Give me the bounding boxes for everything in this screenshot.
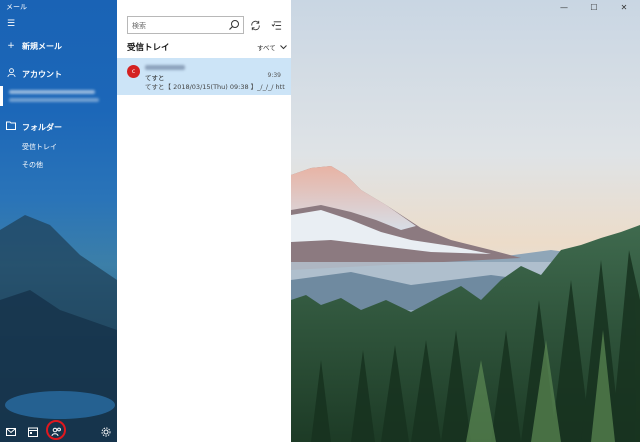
selection-mode-button[interactable] bbox=[268, 17, 284, 33]
accounts-label: アカウント bbox=[22, 69, 62, 79]
mail-icon[interactable] bbox=[4, 425, 18, 439]
hamburger-menu-icon: ☰ bbox=[6, 19, 16, 29]
sync-button[interactable] bbox=[247, 17, 263, 33]
search-icon[interactable] bbox=[228, 19, 240, 31]
sender-avatar: c bbox=[127, 65, 140, 78]
account-email-redacted bbox=[9, 98, 99, 102]
folder-icon bbox=[0, 121, 22, 133]
maximize-button[interactable]: ☐ bbox=[579, 0, 609, 14]
message-time: 9:39 bbox=[267, 72, 281, 79]
navigation-pane: ☰ + 新規メール アカウント フォルダー 受信トレイ その他 bbox=[0, 0, 117, 442]
app-title: メール bbox=[6, 3, 27, 11]
close-button[interactable]: ✕ bbox=[609, 0, 639, 14]
folder-item-inbox[interactable]: 受信トレイ bbox=[0, 140, 117, 154]
plus-icon: + bbox=[7, 41, 15, 51]
filter-dropdown[interactable]: すべて bbox=[257, 42, 287, 52]
filter-label: すべて bbox=[257, 44, 276, 52]
person-icon bbox=[0, 68, 22, 80]
accounts-heading[interactable]: アカウント bbox=[0, 66, 117, 82]
new-mail-label: 新規メール bbox=[22, 41, 62, 51]
message-preview: てすと【 2018/03/15(Thu) 09:38 】_/_/_/ htt bbox=[145, 83, 285, 91]
message-list-item[interactable]: c てすと 9:39 てすと【 2018/03/15(Thu) 09:38 】_… bbox=[117, 58, 291, 95]
settings-icon[interactable] bbox=[99, 425, 113, 439]
folders-heading[interactable]: フォルダー bbox=[0, 119, 117, 135]
search-input[interactable] bbox=[132, 20, 227, 31]
mountain-landscape bbox=[291, 0, 640, 442]
message-list-pane: 受信トレイ すべて c てすと 9:39 てすと【 2018/03/15(Thu… bbox=[117, 0, 291, 442]
sender-name-redacted bbox=[145, 65, 185, 70]
new-mail-button[interactable]: + 新規メール bbox=[0, 38, 117, 54]
account-name-redacted bbox=[9, 90, 95, 94]
sync-icon bbox=[250, 20, 260, 30]
folder-item-label: 受信トレイ bbox=[22, 143, 57, 151]
folder-item-other[interactable]: その他 bbox=[0, 158, 117, 172]
window-title-bar: メール — ☐ ✕ bbox=[0, 0, 640, 14]
hamburger-menu-button[interactable]: ☰ bbox=[0, 16, 117, 32]
folder-item-label: その他 bbox=[22, 161, 43, 169]
chevron-down-icon bbox=[279, 44, 287, 49]
select-list-icon bbox=[271, 20, 281, 30]
folder-title: 受信トレイ bbox=[127, 43, 170, 53]
calendar-icon[interactable] bbox=[26, 425, 40, 439]
desktop-background-image bbox=[291, 0, 640, 442]
search-box bbox=[127, 16, 244, 34]
folders-label: フォルダー bbox=[22, 122, 62, 132]
annotation-highlight-circle bbox=[46, 420, 66, 440]
account-item[interactable] bbox=[0, 86, 117, 106]
minimize-button[interactable]: — bbox=[549, 0, 579, 14]
